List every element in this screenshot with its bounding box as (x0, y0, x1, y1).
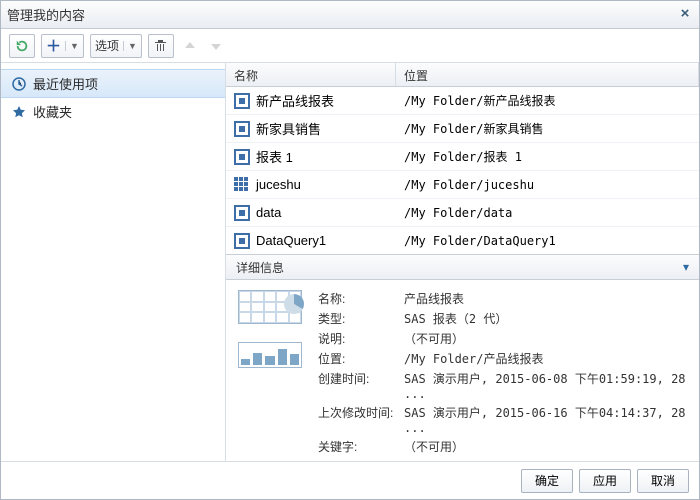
manage-content-dialog: 管理我的内容 × ＋ ▼ 选项 ▼ (0, 0, 700, 500)
column-location[interactable]: 位置 (396, 63, 699, 86)
refresh-icon (15, 39, 29, 53)
row-location: /My Folder/报表 1 (396, 148, 699, 165)
detail-value: 产品线报表 (404, 290, 687, 307)
delete-button[interactable] (148, 34, 174, 58)
details-panel: 名称: 产品线报表 类型: SAS 报表（2 代） 说明: （不可用） 位置: /My … (226, 280, 699, 461)
options-button[interactable]: 选项 ▼ (90, 34, 142, 58)
details-header-label: 详细信息 (236, 259, 284, 276)
detail-key: 上次修改时间: (318, 404, 398, 435)
cancel-button[interactable]: 取消 (637, 469, 689, 493)
report-icon (234, 233, 250, 249)
table-body[interactable]: 新产品线报表/My Folder/新产品线报表新家具销售/My Folder/新… (226, 87, 699, 254)
table-row[interactable]: DataQuery1/My Folder/DataQuery1 (226, 227, 699, 254)
row-name: data (256, 205, 281, 220)
sidebar-item-recent[interactable]: 最近使用项 (1, 69, 225, 98)
main-panel: 名称 位置 新产品线报表/My Folder/新产品线报表新家具销售/My Fo… (226, 63, 699, 461)
table-row[interactable]: 新产品线报表/My Folder/新产品线报表 (226, 87, 699, 115)
row-name: juceshu (256, 177, 301, 192)
column-name[interactable]: 名称 (226, 63, 396, 86)
row-name: DataQuery1 (256, 233, 326, 248)
chevron-down-icon: ▼ (123, 41, 141, 51)
sidebar-item-label: 最近使用项 (33, 74, 98, 93)
table-row[interactable]: 报表 1/My Folder/报表 1 (226, 143, 699, 171)
details-toggle[interactable]: 详细信息 ▾ (226, 254, 699, 280)
detail-key: 类型: (318, 310, 398, 327)
details-grid: 名称: 产品线报表 类型: SAS 报表（2 代） 说明: （不可用） 位置: /My … (318, 290, 687, 455)
chevron-down-icon: ▾ (683, 260, 689, 274)
table-header: 名称 位置 (226, 63, 699, 87)
dialog-body: 最近使用项 收藏夹 名称 位置 新产品线报表/My Folder/新产品线报表新… (1, 63, 699, 461)
toolbar: ＋ ▼ 选项 ▼ (1, 29, 699, 63)
detail-value: （不可用） (404, 330, 687, 347)
detail-value: SAS 演示用户, 2015-06-08 下午01:59:19, 28 ... (404, 370, 687, 401)
sidebar-item-favorites[interactable]: 收藏夹 (1, 98, 225, 125)
table-row[interactable]: juceshu/My Folder/juceshu (226, 171, 699, 199)
detail-key: 创建时间: (318, 370, 398, 401)
detail-value: SAS 演示用户, 2015-06-16 下午04:14:37, 28 ... (404, 404, 687, 435)
row-location: /My Folder/DataQuery1 (396, 234, 699, 248)
new-button[interactable]: ＋ ▼ (41, 34, 84, 58)
row-location: /My Folder/新产品线报表 (396, 92, 699, 109)
star-icon (11, 104, 27, 120)
detail-key: 说明: (318, 330, 398, 347)
report-thumbnail (238, 290, 304, 455)
plus-icon: ＋ (46, 35, 61, 56)
detail-key: 名称: (318, 290, 398, 307)
row-name: 报表 1 (256, 147, 293, 166)
detail-key: 关键字: (318, 438, 398, 455)
ok-button[interactable]: 确定 (521, 469, 573, 493)
options-label: 选项 (95, 37, 119, 54)
report-icon (234, 93, 250, 109)
table-row[interactable]: data/My Folder/data (226, 199, 699, 227)
row-location: /My Folder/juceshu (396, 178, 699, 192)
table-icon (234, 177, 250, 193)
move-down-button (206, 40, 226, 52)
detail-key: 位置: (318, 350, 398, 367)
chevron-down-icon: ▼ (65, 41, 83, 51)
titlebar: 管理我的内容 × (1, 1, 699, 29)
detail-value: （不可用） (404, 438, 687, 455)
dialog-title: 管理我的内容 (7, 5, 85, 24)
row-name: 新家具销售 (256, 119, 321, 138)
report-icon (234, 149, 250, 165)
apply-button[interactable]: 应用 (579, 469, 631, 493)
report-icon (234, 121, 250, 137)
report-icon (234, 205, 250, 221)
row-location: /My Folder/data (396, 206, 699, 220)
row-location: /My Folder/新家具销售 (396, 120, 699, 137)
close-icon[interactable]: × (677, 7, 693, 23)
dialog-footer: 确定 应用 取消 (1, 461, 699, 499)
refresh-button[interactable] (9, 34, 35, 58)
sidebar-item-label: 收藏夹 (33, 102, 72, 121)
table-row[interactable]: 新家具销售/My Folder/新家具销售 (226, 115, 699, 143)
clock-icon (11, 76, 27, 92)
sidebar: 最近使用项 收藏夹 (1, 63, 226, 461)
trash-icon (154, 39, 167, 53)
row-name: 新产品线报表 (256, 91, 334, 110)
detail-value: SAS 报表（2 代） (404, 310, 687, 327)
move-up-button (180, 40, 200, 52)
detail-value: /My Folder/产品线报表 (404, 350, 687, 367)
